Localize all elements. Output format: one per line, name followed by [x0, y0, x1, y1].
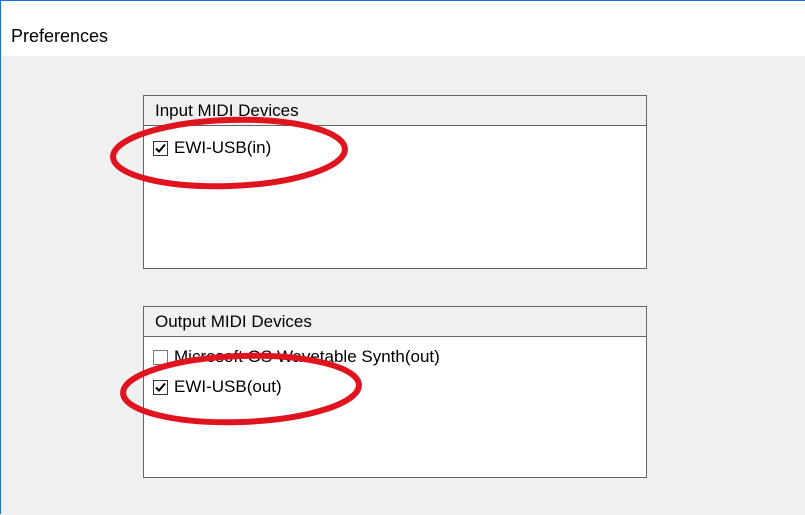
preferences-window: Preferences Input MIDI Devices EWI-USB(i… [0, 0, 805, 514]
input-midi-devices-header-label: Input MIDI Devices [155, 101, 299, 120]
input-midi-devices-header: Input MIDI Devices [144, 96, 646, 126]
output-midi-devices-header-label: Output MIDI Devices [155, 312, 312, 331]
output-midi-devices-list: Output MIDI Devices Microsoft GS Wavetab… [143, 306, 647, 478]
output-device-label: Microsoft GS Wavetable Synth(out) [174, 347, 440, 366]
window-title: Preferences [11, 26, 109, 46]
checkbox-unchecked-icon[interactable] [153, 349, 168, 365]
output-device-microsoft-gs-wavetable-synth[interactable]: Microsoft GS Wavetable Synth(out) [153, 345, 440, 369]
output-device-label: EWI-USB(out) [174, 377, 282, 396]
input-midi-devices-list: Input MIDI Devices EWI-USB(in) [143, 95, 647, 269]
checkbox-checked-icon[interactable] [153, 140, 168, 156]
title-bar: Preferences [1, 1, 805, 56]
input-device-ewi-usb-in[interactable]: EWI-USB(in) [153, 136, 271, 160]
output-midi-devices-header: Output MIDI Devices [144, 307, 646, 337]
output-device-ewi-usb-out[interactable]: EWI-USB(out) [153, 375, 282, 399]
input-device-label: EWI-USB(in) [174, 138, 272, 157]
checkbox-checked-icon[interactable] [153, 379, 168, 395]
